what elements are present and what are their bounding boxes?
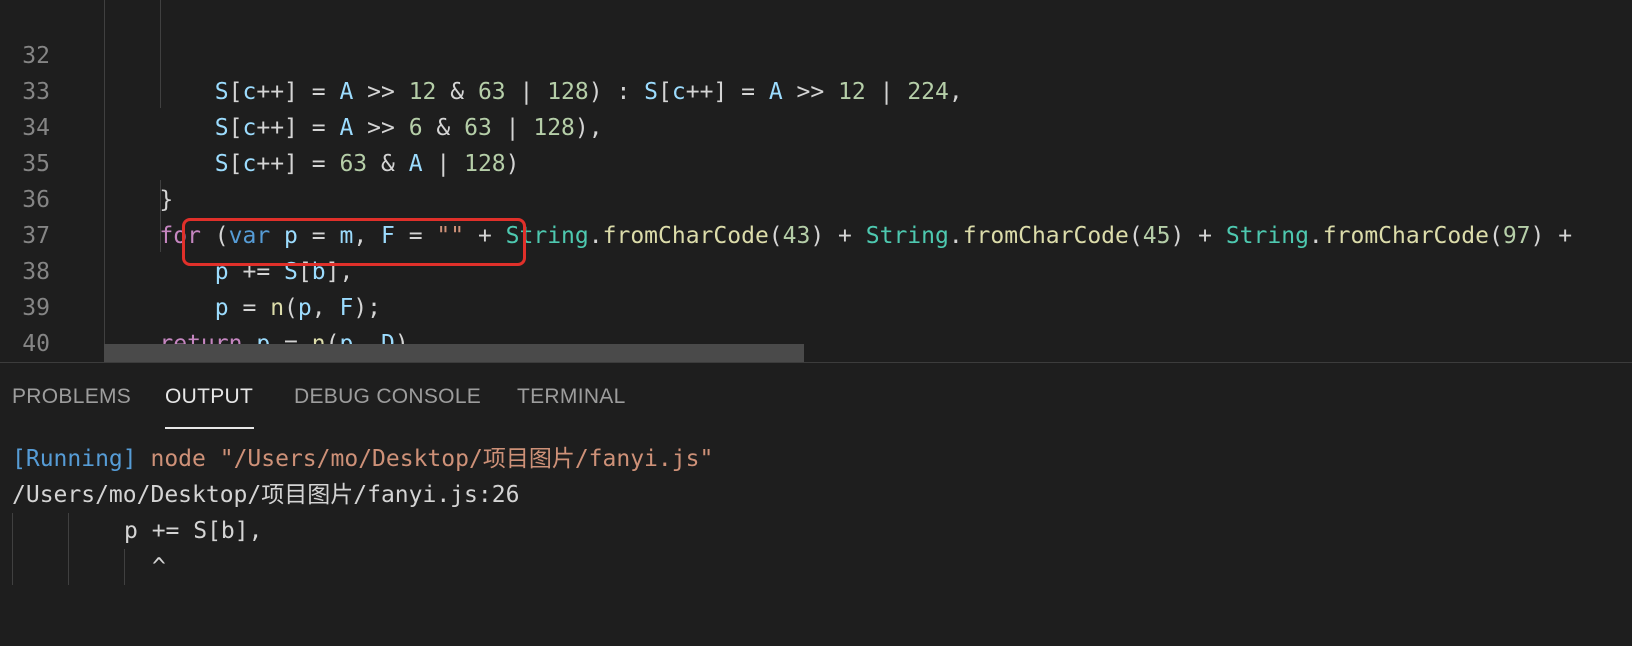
horizontal-scrollbar[interactable] xyxy=(104,344,804,362)
code-line-40[interactable]: 40 p ^= s, xyxy=(0,290,1632,357)
annotation-highlight-box xyxy=(182,218,526,266)
run-command: node "/Users/mo/Desktop/项目图片/fanyi.js" xyxy=(150,446,714,472)
indent-guide xyxy=(124,549,125,585)
tab-output[interactable]: OUTPUT xyxy=(165,385,253,409)
indent-guide xyxy=(12,513,13,585)
output-error-code: p += S[b], xyxy=(124,518,263,544)
bottom-panel: PROBLEMS OUTPUT DEBUG CONSOLE TERMINAL [… xyxy=(0,362,1632,646)
code-line-36[interactable]: 36 for (var p = m, F = "" + String.fromC… xyxy=(0,146,1632,249)
tab-problems[interactable]: PROBLEMS xyxy=(12,385,131,409)
code-line-34[interactable]: 34 S[c++] = 63 & A | 128) xyxy=(0,74,1632,177)
indent-guide xyxy=(68,513,69,585)
tab-terminal[interactable]: TERMINAL xyxy=(517,385,626,409)
code-line-35[interactable]: 35 } xyxy=(0,110,1632,213)
code-editor[interactable]: 32 S[c++] = A >> 12 & 63 | 128) : S[c++]… xyxy=(0,0,1632,362)
output-running-line: [Running] node "/Users/mo/Desktop/项目图片/f… xyxy=(12,441,713,477)
code-line-33[interactable]: 33 S[c++] = A >> 6 & 63 | 128), xyxy=(0,38,1632,141)
running-tag: [Running] xyxy=(12,446,137,472)
output-error-path: /Users/mo/Desktop/项目图片/fanyi.js:26 xyxy=(12,482,520,508)
output-error-caret: ^ xyxy=(152,554,166,580)
code-line-32[interactable]: 32 S[c++] = A >> 12 & 63 | 128) : S[c++]… xyxy=(0,2,1632,105)
tab-debug-console[interactable]: DEBUG CONSOLE xyxy=(294,385,481,409)
panel-tabs: PROBLEMS OUTPUT DEBUG CONSOLE TERMINAL xyxy=(0,363,1632,433)
code-line-37[interactable]: 37 p += S[b], xyxy=(0,182,1632,285)
active-tab-indicator xyxy=(165,427,254,429)
